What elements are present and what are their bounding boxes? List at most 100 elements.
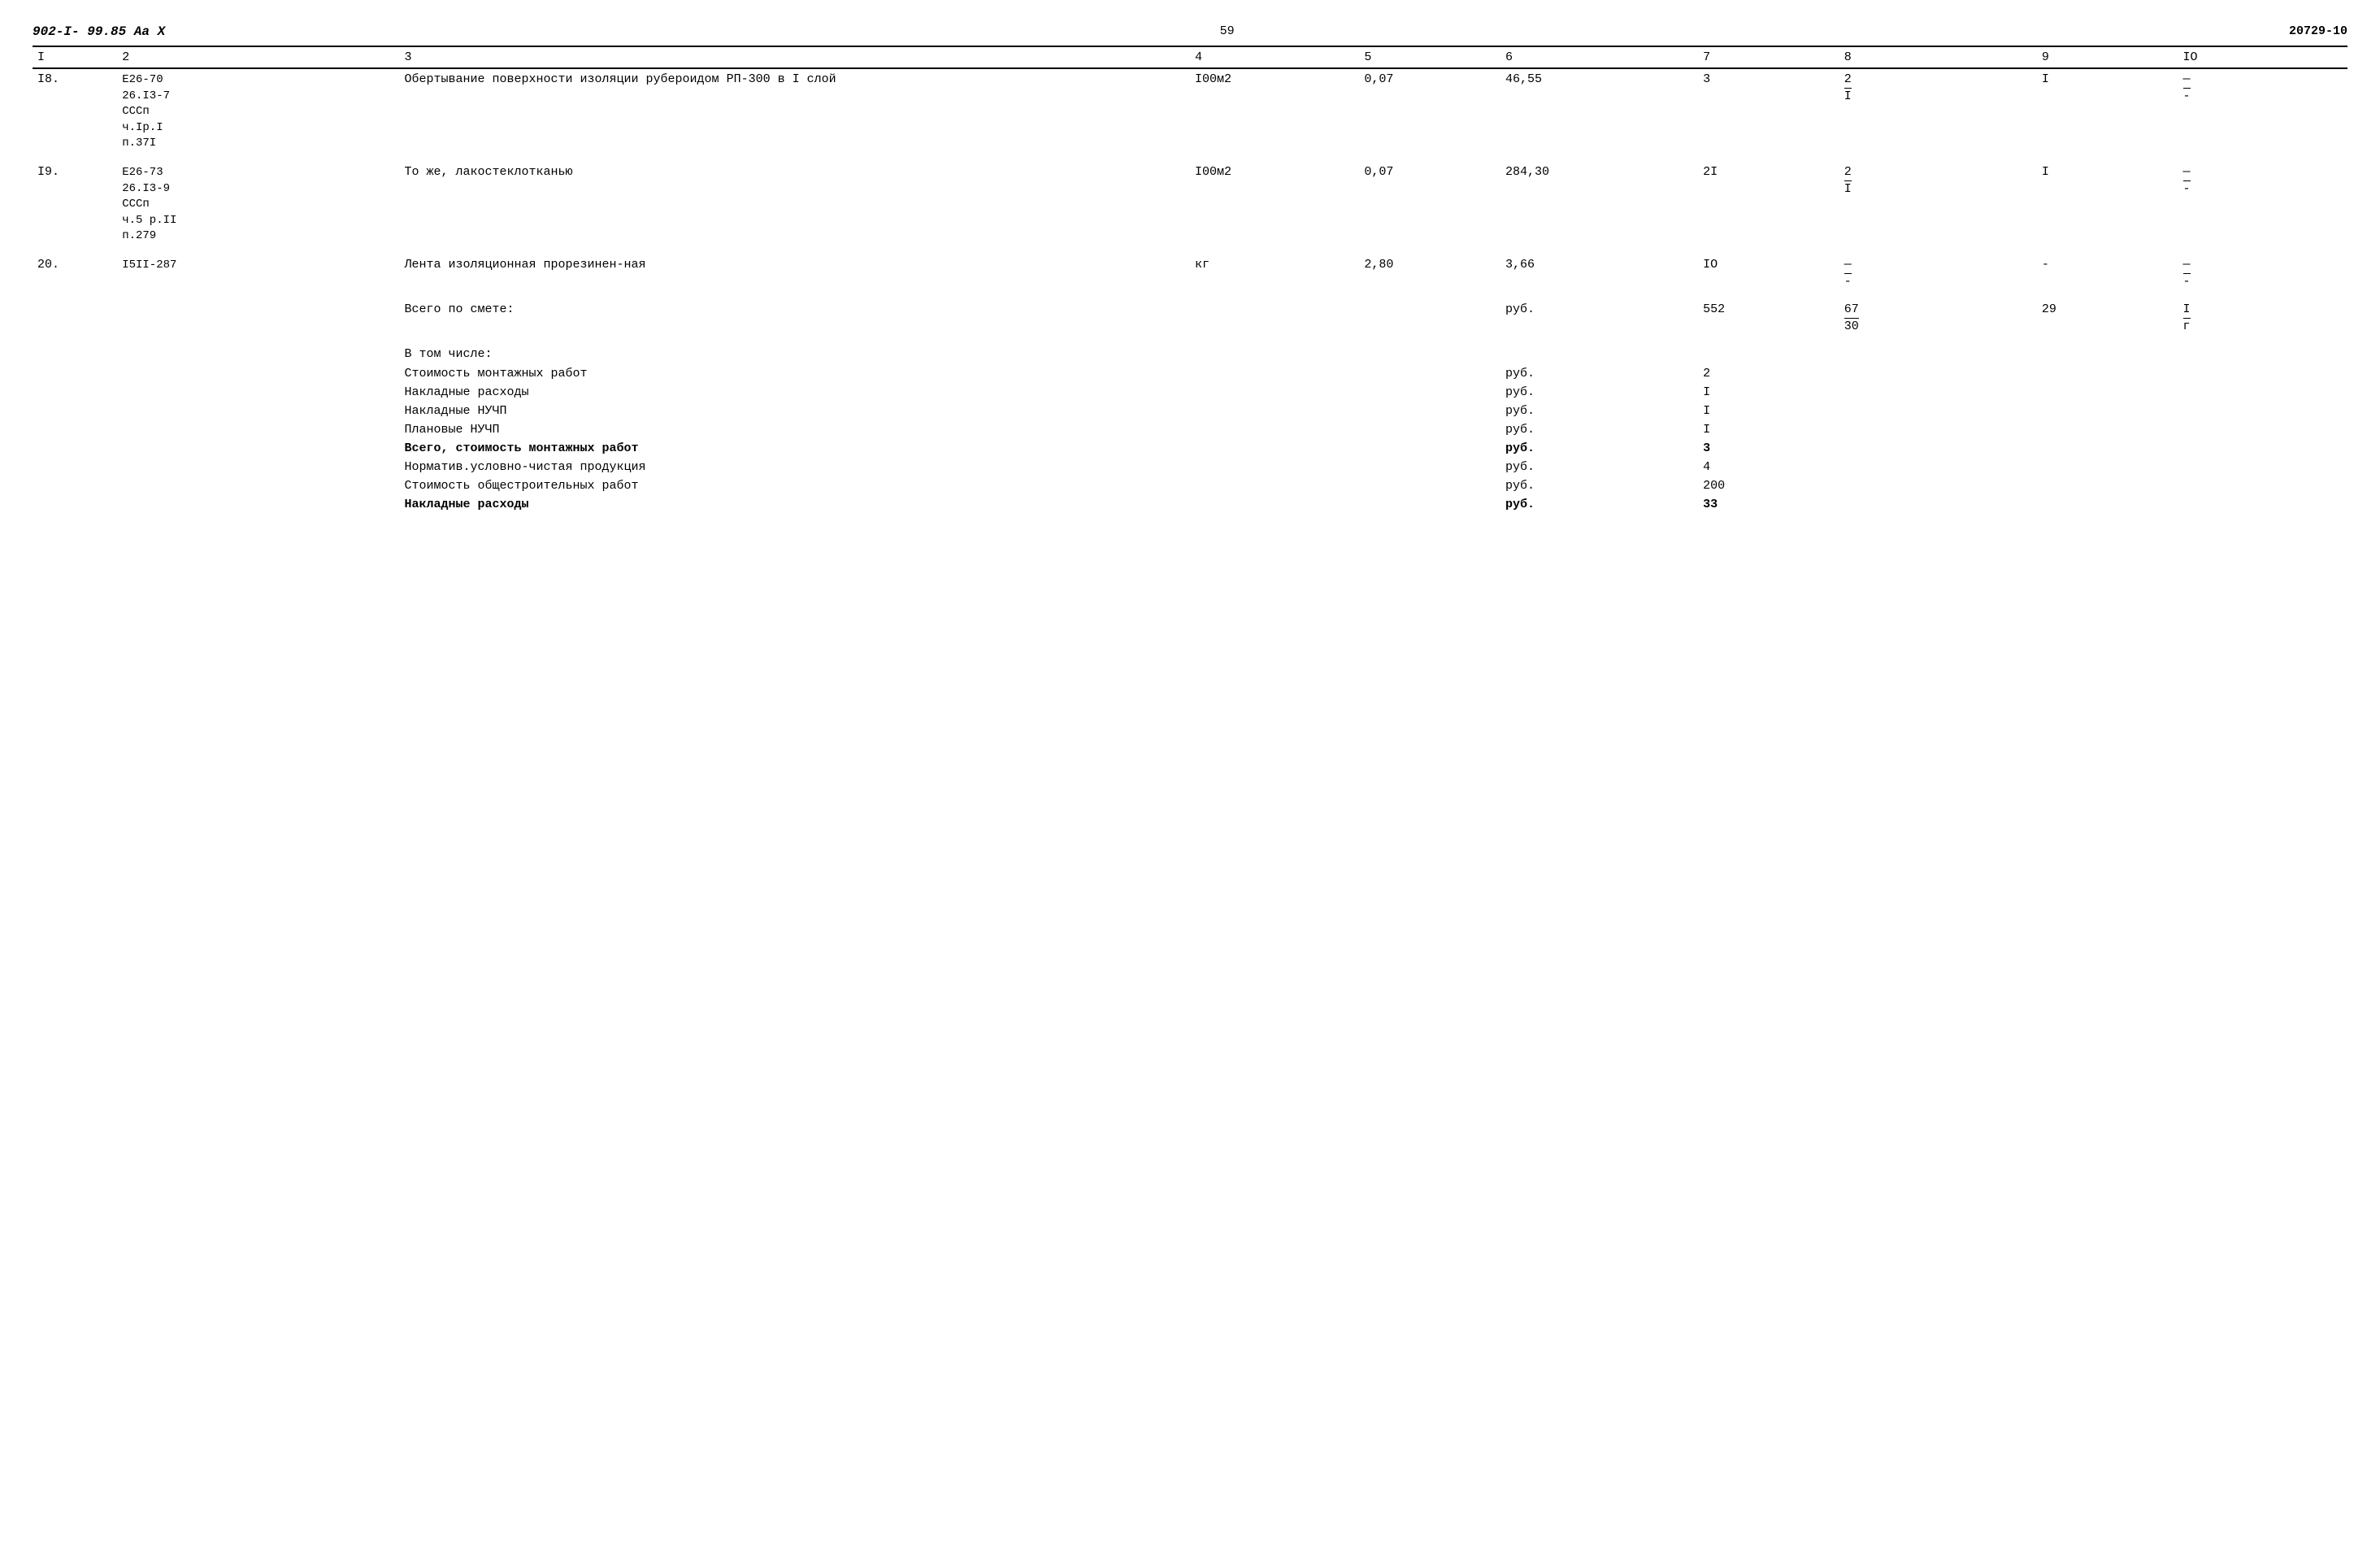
subtotal-unit-7: руб.: [1501, 476, 1698, 495]
subtotal-value-8: 33: [1698, 495, 1839, 514]
row-ref-19: Е26-7326.I3-9СССпч.5 р.IIп.279: [117, 155, 399, 248]
row-col9-19: I: [2037, 155, 2178, 248]
header-doc-code: 20729-10: [2289, 24, 2347, 38]
column-header-row: I 2 3 4 5 6 7 8 9 IO: [33, 46, 2347, 68]
subtotal-unit-4: руб.: [1501, 420, 1698, 439]
col-header-1: I: [33, 46, 117, 68]
row-coeff-19: 0,07: [1359, 155, 1501, 248]
page-header: 902-I- 99.85 Аа Х 59 20729-10: [33, 24, 2347, 39]
total-col9: 29: [2037, 293, 2178, 337]
subtotal-unit-2: руб.: [1501, 383, 1698, 402]
row-desc-18: Обертывание поверхности изоляции руберои…: [400, 68, 1191, 155]
subtotal-value-7: 200: [1698, 476, 1839, 495]
subtotal-unit-3: руб.: [1501, 402, 1698, 420]
subtotal-row-3: Накладные НУЧП руб. I: [33, 402, 2347, 420]
row-unit-19: I00м2: [1190, 155, 1359, 248]
row-ref-18: Е26-7026.I3-7СССпч.Iр.Iп.37I: [117, 68, 399, 155]
subtotal-label-5: Всего, стоимость монтажных работ: [400, 439, 1191, 458]
col-header-5: 5: [1359, 46, 1501, 68]
row-col7-19: 2I: [1698, 155, 1839, 248]
row-coeff-20: 2,80: [1359, 248, 1501, 293]
subtotal-unit-1: руб.: [1501, 364, 1698, 383]
total-col8: 67 30: [1839, 293, 2037, 337]
fraction-total-col10: I г: [2183, 302, 2191, 334]
subtotal-value-4: I: [1698, 420, 1839, 439]
row-col8-19: 2 I: [1839, 155, 2037, 248]
subtotal-label-2: Накладные расходы: [400, 383, 1191, 402]
row-col8-20: — -: [1839, 248, 2037, 293]
subtotal-value-3: I: [1698, 402, 1839, 420]
subtotal-hdr-label: В том числе:: [400, 337, 1191, 364]
subtotal-hdr-ref: [117, 337, 399, 364]
dash-fraction-20-col8: — -: [1844, 258, 1852, 289]
subtotal-row-7: Стоимость общестроительных работ руб. 20…: [33, 476, 2347, 495]
subtotal-label-8: Накладные расходы: [400, 495, 1191, 514]
header-page-number: 59: [1220, 24, 1235, 38]
total-row: Всего по смете: руб. 552 67 30 29 I г: [33, 293, 2347, 337]
row-num-20: 20.: [33, 248, 117, 293]
main-table: I 2 3 4 5 6 7 8 9 IO I8. Е26-7026.I3-7СС…: [33, 46, 2347, 514]
subtotal-hdr-num: [33, 337, 117, 364]
col-header-7: 7: [1698, 46, 1839, 68]
row-price-19: 284,30: [1501, 155, 1698, 248]
row-unit-20: кг: [1190, 248, 1359, 293]
col-header-6: 6: [1501, 46, 1698, 68]
col-header-3: 3: [400, 46, 1191, 68]
subtotal-row-2: Накладные расходы руб. I: [33, 383, 2347, 402]
dash-fraction-18-col10: — -: [2183, 72, 2191, 104]
subtotal-value-1: 2: [1698, 364, 1839, 383]
header-doc-number: 902-I- 99.85 Аа Х: [33, 24, 165, 39]
row-ref-20: I5II-287: [117, 248, 399, 293]
subtotal-hdr-empty: [1190, 337, 2347, 364]
subtotal-row-4: Плановые НУЧП руб. I: [33, 420, 2347, 439]
col-header-4: 4: [1190, 46, 1359, 68]
table-row: 20. I5II-287 Лента изоляционная прорезин…: [33, 248, 2347, 293]
total-value: 552: [1698, 293, 1839, 337]
subtotal-unit-6: руб.: [1501, 458, 1698, 476]
row-desc-19: То же, лакостеклотканью: [400, 155, 1191, 248]
total-unit: руб.: [1501, 293, 1698, 337]
row-num-18: I8.: [33, 68, 117, 155]
subtotal-label-4: Плановые НУЧП: [400, 420, 1191, 439]
total-num: [33, 293, 117, 337]
total-col5: [1359, 293, 1501, 337]
table-row: I8. Е26-7026.I3-7СССпч.Iр.Iп.37I Обертыв…: [33, 68, 2347, 155]
dash-fraction-20-col10: — -: [2183, 258, 2191, 289]
row-col10-20: — -: [2178, 248, 2347, 293]
row-coeff-18: 0,07: [1359, 68, 1501, 155]
total-label: Всего по смете:: [400, 293, 1191, 337]
row-col9-20: -: [2037, 248, 2178, 293]
fraction-total-col8: 67 30: [1844, 302, 1859, 334]
row-col10-19: — -: [2178, 155, 2347, 248]
subtotal-row-1: Стоимость монтажных работ руб. 2: [33, 364, 2347, 383]
total-col4: [1190, 293, 1359, 337]
row-price-18: 46,55: [1501, 68, 1698, 155]
row-col10-18: — -: [2178, 68, 2347, 155]
row-col7-18: 3: [1698, 68, 1839, 155]
row-col8-18: 2 I: [1839, 68, 2037, 155]
row-price-20: 3,66: [1501, 248, 1698, 293]
subtotal-row-8: Накладные расходы руб. 33: [33, 495, 2347, 514]
table-row: I9. Е26-7326.I3-9СССпч.5 р.IIп.279 То же…: [33, 155, 2347, 248]
subtotal-unit-5: руб.: [1501, 439, 1698, 458]
subtotal-header-row: В том числе:: [33, 337, 2347, 364]
subtotal-value-5: 3: [1698, 439, 1839, 458]
col-header-10: IO: [2178, 46, 2347, 68]
row-col7-20: IO: [1698, 248, 1839, 293]
subtotal-unit-8: руб.: [1501, 495, 1698, 514]
fraction-18-col8: 2 I: [1844, 72, 1852, 104]
subtotal-row-5: Всего, стоимость монтажных работ руб. 3: [33, 439, 2347, 458]
col-header-2: 2: [117, 46, 399, 68]
dash-fraction-19-col10: — -: [2183, 165, 2191, 197]
col-header-8: 8: [1839, 46, 2037, 68]
total-col10: I г: [2178, 293, 2347, 337]
row-unit-18: I00м2: [1190, 68, 1359, 155]
subtotal-value-2: I: [1698, 383, 1839, 402]
row-desc-20: Лента изоляционная прорезинен-ная: [400, 248, 1191, 293]
total-ref: [117, 293, 399, 337]
subtotal-label-6: Норматив.условно-чистая продукция: [400, 458, 1191, 476]
row-col9-18: I: [2037, 68, 2178, 155]
row-num-19: I9.: [33, 155, 117, 248]
subtotal-row-6: Норматив.условно-чистая продукция руб. 4: [33, 458, 2347, 476]
subtotal-label-3: Накладные НУЧП: [400, 402, 1191, 420]
